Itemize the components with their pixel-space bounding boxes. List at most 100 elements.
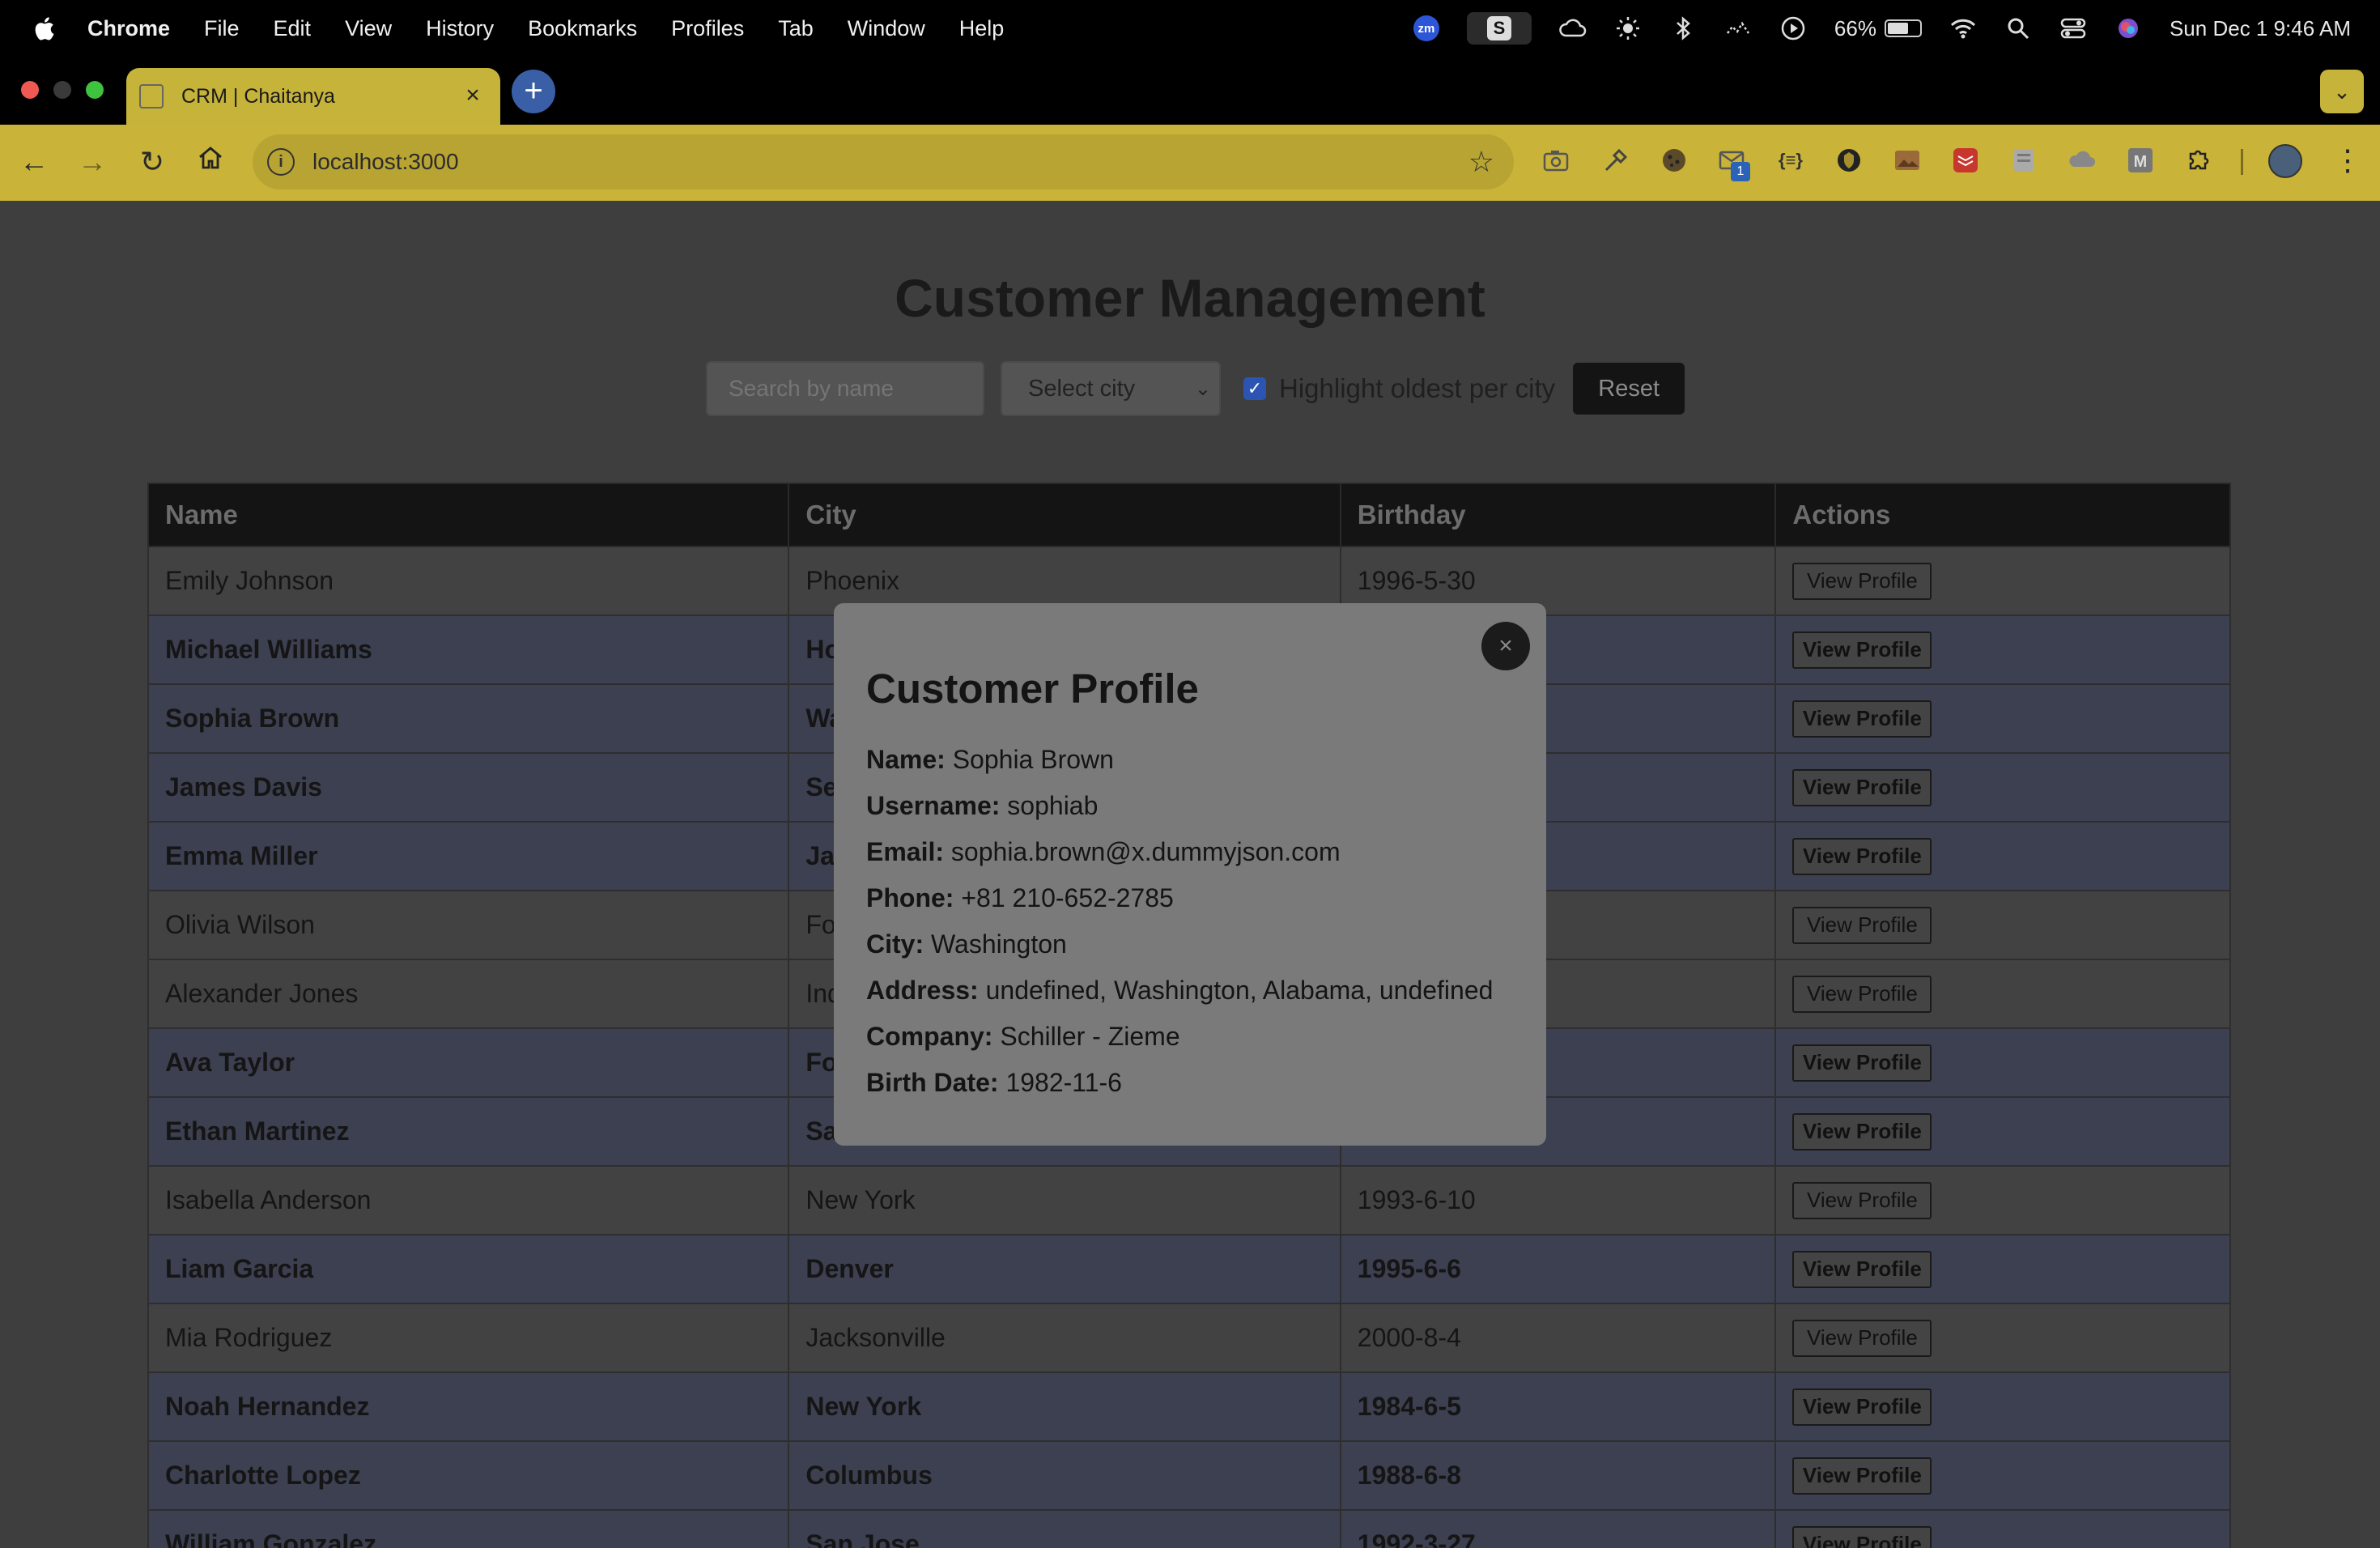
cell-name: Emma Miller [147, 821, 790, 891]
image-extension-icon[interactable] [1893, 146, 1922, 175]
s-app-icon[interactable]: S [1466, 12, 1532, 45]
view-profile-button[interactable]: View Profile [1792, 631, 1932, 669]
tab-crm[interactable]: CRM | Chaitanya × [126, 68, 500, 125]
home-icon[interactable] [193, 144, 228, 180]
notes-extension-icon[interactable] [2009, 146, 2038, 175]
profile-field-label: Birth Date: [866, 1068, 999, 1097]
menu-file[interactable]: File [204, 16, 240, 41]
extensions-puzzle-icon[interactable] [2184, 146, 2213, 175]
address-bar[interactable]: i localhost:3000 ☆ [253, 134, 1514, 189]
todoist-extension-icon[interactable] [1951, 146, 1980, 175]
cell-name: Olivia Wilson [147, 890, 790, 960]
screen-mirroring-icon[interactable] [1724, 15, 1752, 42]
view-profile-button[interactable]: View Profile [1792, 837, 1932, 875]
profile-field: Birth Date: 1982-11-6 [866, 1068, 1122, 1098]
cell-actions: View Profile [1774, 1234, 2231, 1304]
menu-edit[interactable]: Edit [274, 16, 312, 41]
view-profile-button[interactable]: View Profile [1792, 768, 1932, 806]
menu-help[interactable]: Help [959, 16, 1005, 41]
close-tab-icon[interactable]: × [461, 83, 484, 108]
menu-view[interactable]: View [345, 16, 392, 41]
reload-icon[interactable]: ↻ [134, 144, 170, 180]
table-header-row: Name City Birthday Actions [147, 483, 2231, 547]
profile-field-label: Address: [866, 976, 979, 1005]
m-extension-icon[interactable]: M [2126, 146, 2155, 175]
highlight-oldest-label[interactable]: Highlight oldest per city [1279, 373, 1555, 404]
table-row: Charlotte Lopez Columbus 1988-6-8 View Prof… [147, 1440, 2231, 1511]
cell-actions: View Profile [1774, 1440, 2231, 1511]
bluetooth-icon[interactable] [1669, 15, 1697, 42]
play-icon[interactable] [1779, 15, 1807, 42]
shield-extension-icon[interactable] [1834, 146, 1864, 175]
view-profile-button[interactable]: View Profile [1792, 906, 1932, 944]
view-profile-button[interactable]: View Profile [1792, 1044, 1932, 1082]
brightness-icon[interactable] [1614, 15, 1642, 42]
view-profile-button[interactable]: View Profile [1792, 700, 1932, 738]
minimize-window-button[interactable] [53, 81, 71, 99]
cell-actions: View Profile [1774, 546, 2231, 616]
view-profile-button[interactable]: View Profile [1792, 1457, 1932, 1495]
cookie-extension-icon[interactable] [1660, 146, 1689, 175]
view-profile-button[interactable]: View Profile [1792, 1181, 1932, 1219]
highlight-oldest-checkbox[interactable]: ✓ [1243, 377, 1266, 400]
profile-field-value: Schiller - Zieme [1000, 1022, 1180, 1051]
modal-close-button[interactable]: × [1481, 622, 1530, 670]
view-profile-button[interactable]: View Profile [1792, 1250, 1932, 1288]
cell-name: Noah Hernandez [147, 1372, 790, 1442]
battery-indicator[interactable]: 66% [1834, 16, 1922, 41]
new-tab-button[interactable]: + [512, 70, 555, 113]
back-icon[interactable]: ← [16, 144, 52, 180]
profile-avatar[interactable] [2268, 144, 2302, 178]
customer-profile-modal: Customer Profile Name: Sophia Brown Usern… [834, 603, 1546, 1146]
cell-actions: View Profile [1774, 890, 2231, 960]
column-header-name[interactable]: Name [147, 483, 790, 547]
cloud-extension-icon[interactable] [2068, 146, 2097, 175]
city-select-value: Select city [1028, 375, 1136, 402]
cell-city: San Jose [788, 1509, 1341, 1548]
table-row: Noah Hernandez New York 1984-6-5 View Profi… [147, 1372, 2231, 1442]
eyedropper-extension-icon[interactable] [1601, 146, 1630, 175]
chrome-menu-icon[interactable]: ⋮ [2333, 142, 2362, 178]
city-select[interactable]: Select city ⌄ [1001, 361, 1221, 416]
menu-tab[interactable]: Tab [778, 16, 814, 41]
view-profile-button[interactable]: View Profile [1792, 562, 1932, 600]
profile-field: City: Washington [866, 929, 1067, 959]
json-extension-icon[interactable]: {≡} [1776, 146, 1805, 175]
cell-birthday: 1984-6-5 [1339, 1372, 1777, 1442]
apple-icon[interactable] [32, 15, 55, 42]
siri-icon[interactable] [2114, 15, 2142, 42]
clock[interactable]: Sun Dec 1 9:46 AM [2170, 16, 2351, 41]
column-header-city[interactable]: City [788, 483, 1341, 547]
site-info-icon[interactable]: i [267, 148, 295, 176]
cell-city: Columbus [788, 1440, 1341, 1511]
menu-profiles[interactable]: Profiles [671, 16, 744, 41]
cell-birthday: 1988-6-8 [1339, 1440, 1777, 1511]
bookmark-star-icon[interactable]: ☆ [1468, 146, 1494, 178]
maximize-window-button[interactable] [86, 81, 104, 99]
wifi-icon[interactable] [1949, 15, 1977, 42]
control-center-icon[interactable] [2059, 15, 2087, 42]
column-header-birthday[interactable]: Birthday [1339, 483, 1777, 547]
menu-bookmarks[interactable]: Bookmarks [528, 16, 637, 41]
view-profile-button[interactable]: View Profile [1792, 1388, 1932, 1426]
screenshot-extension-icon[interactable] [1541, 146, 1570, 175]
view-profile-button[interactable]: View Profile [1792, 1525, 1932, 1548]
zoom-icon[interactable]: zm [1413, 15, 1439, 41]
cell-actions: View Profile [1774, 1165, 2231, 1235]
view-profile-button[interactable]: View Profile [1792, 1112, 1932, 1150]
close-window-button[interactable] [21, 81, 39, 99]
spotlight-search-icon[interactable] [2004, 15, 2032, 42]
search-input[interactable] [706, 361, 984, 416]
menu-history[interactable]: History [426, 16, 494, 41]
menu-window[interactable]: Window [848, 16, 925, 41]
cloud-icon[interactable] [1559, 15, 1587, 42]
s-app-letter: S [1486, 16, 1511, 40]
forward-icon[interactable]: → [74, 144, 110, 180]
table-row: Liam Garcia Denver 1995-6-6 View Profile [147, 1234, 2231, 1304]
tab-search-icon[interactable]: ⌄ [2320, 70, 2364, 113]
menu-app-chrome[interactable]: Chrome [87, 16, 170, 41]
reset-button[interactable]: Reset [1573, 363, 1685, 415]
cell-actions: View Profile [1774, 752, 2231, 823]
view-profile-button[interactable]: View Profile [1792, 975, 1932, 1013]
view-profile-button[interactable]: View Profile [1792, 1319, 1932, 1357]
